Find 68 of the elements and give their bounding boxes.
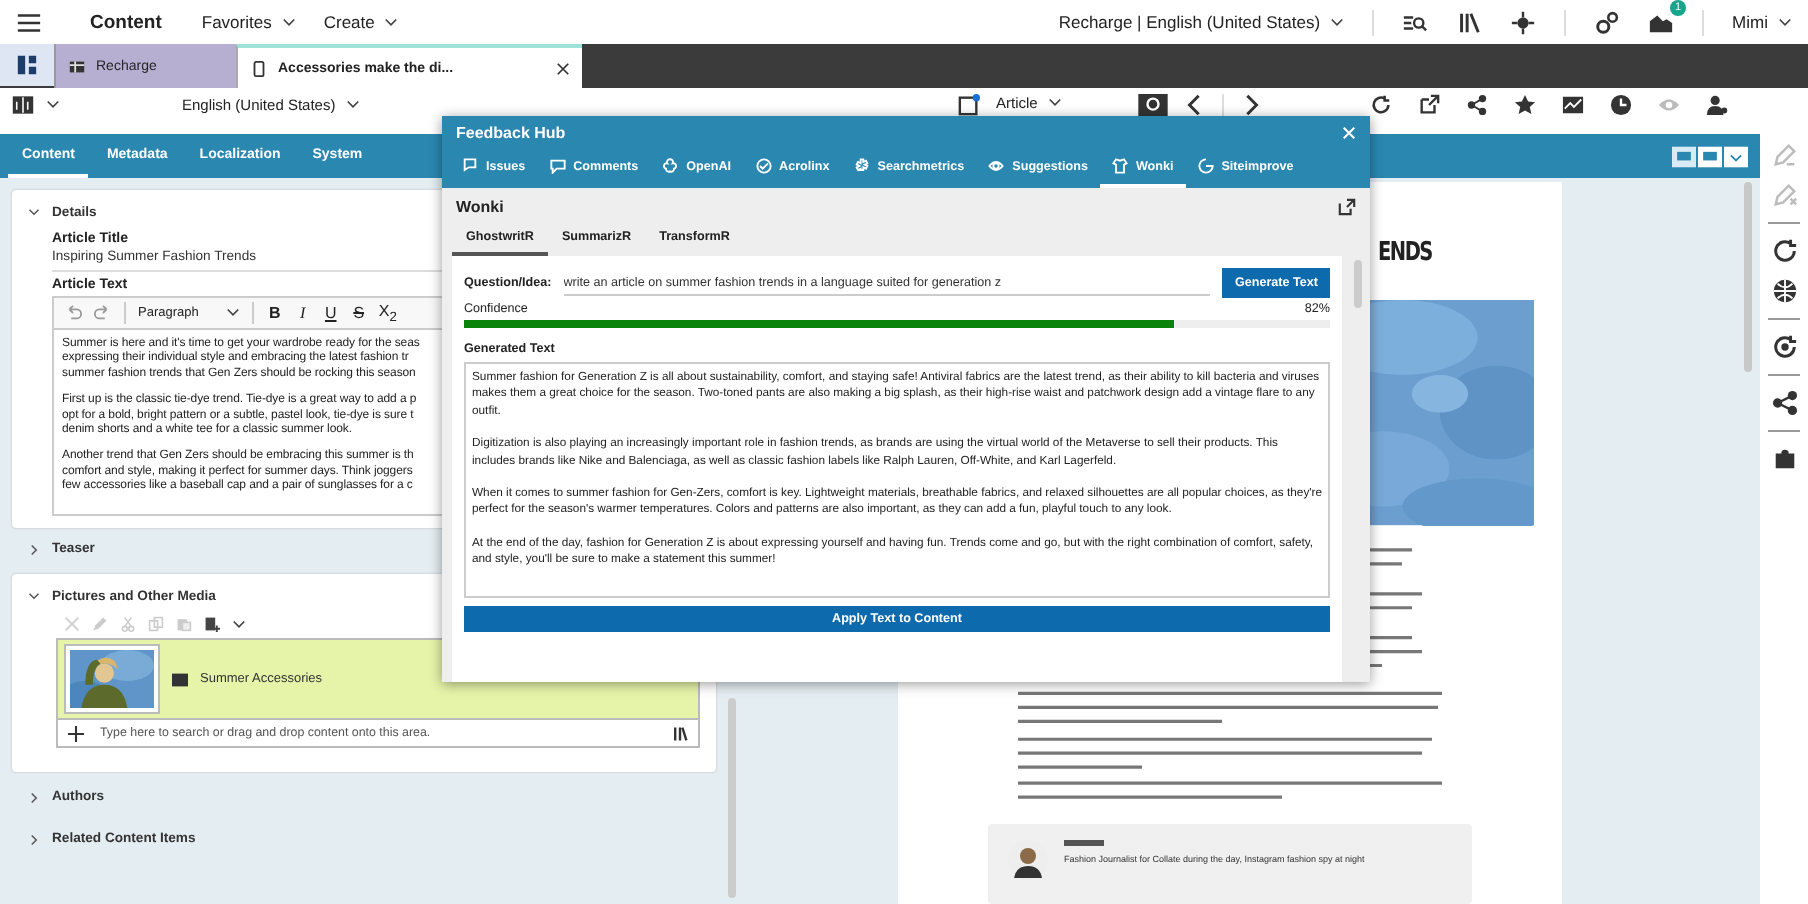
- format-button[interactable]: X$_{2}$: [378, 301, 397, 325]
- user-menu[interactable]: Mimi: [1732, 12, 1792, 32]
- share-icon[interactable]: [1466, 94, 1488, 116]
- format-button[interactable]: S: [350, 304, 367, 322]
- caret-icon[interactable]: [46, 98, 60, 112]
- article-heading: ENDS: [1378, 238, 1432, 268]
- table-icon: [68, 57, 86, 75]
- pop-out-icon[interactable]: [1338, 198, 1356, 216]
- star-icon[interactable]: [1514, 94, 1536, 116]
- refresh-icon[interactable]: [1370, 94, 1392, 116]
- user-icon[interactable]: [1706, 94, 1728, 116]
- library-icon[interactable]: [1456, 9, 1483, 35]
- share-icon[interactable]: [1771, 390, 1797, 416]
- caret-icon: [1330, 15, 1345, 29]
- caret-icon: [384, 15, 399, 29]
- tablet-view-icon[interactable]: [1698, 145, 1722, 167]
- format-button[interactable]: I: [294, 304, 311, 322]
- format-button[interactable]: B: [266, 304, 283, 322]
- plus-icon[interactable]: [68, 726, 84, 742]
- caret-icon: [281, 15, 296, 29]
- caret-icon: [1047, 96, 1062, 110]
- caret-icon: [345, 98, 360, 112]
- document-icon: [958, 94, 980, 116]
- shirt-icon: [1111, 158, 1128, 174]
- chevron-down-icon[interactable]: [28, 590, 40, 602]
- redo-icon[interactable]: [94, 304, 112, 322]
- image-icon: [172, 671, 188, 687]
- caret-icon[interactable]: [232, 617, 246, 631]
- split-view-icon[interactable]: [12, 94, 34, 116]
- undo-icon[interactable]: [64, 304, 82, 322]
- phone-icon: [250, 59, 268, 77]
- panel-title: Wonki: [456, 198, 504, 216]
- chevron-down-icon[interactable]: [28, 206, 40, 218]
- library-icon[interactable]: [672, 726, 688, 742]
- add-document-icon[interactable]: [204, 616, 220, 632]
- site-selector[interactable]: Recharge | English (United States): [1058, 12, 1345, 32]
- dashboard-icon[interactable]: [0, 44, 54, 86]
- menu-dropdown[interactable]: Favorites: [201, 12, 296, 32]
- clock-icon[interactable]: [1610, 94, 1632, 116]
- menu-dropdown[interactable]: Create: [323, 12, 399, 32]
- sync-icon[interactable]: [1771, 238, 1797, 264]
- desktop-view-icon[interactable]: [1672, 145, 1696, 167]
- caret-icon: [226, 306, 241, 320]
- flower-icon: [662, 158, 679, 174]
- close-icon[interactable]: [556, 61, 570, 75]
- caret-icon: [1778, 15, 1792, 29]
- gear-icon: [853, 158, 870, 174]
- globe-icon[interactable]: [1771, 278, 1797, 304]
- target-icon[interactable]: [1510, 9, 1537, 35]
- dialog-title: Feedback Hub: [456, 123, 566, 141]
- chevron-right-icon[interactable]: [28, 833, 40, 845]
- chart-icon[interactable]: [1562, 94, 1584, 116]
- format-button[interactable]: U: [322, 304, 339, 322]
- search-button[interactable]: [1137, 94, 1168, 116]
- app-title: Content: [90, 11, 162, 33]
- eye-icon: [988, 158, 1005, 174]
- external-link-icon[interactable]: [1418, 94, 1440, 116]
- author-name-drawing: [1064, 840, 1104, 847]
- sync-icon[interactable]: [1771, 334, 1797, 360]
- scrollbar[interactable]: [1744, 182, 1752, 372]
- chevron-right-icon[interactable]: [28, 791, 40, 803]
- scrollbar[interactable]: [1354, 260, 1362, 308]
- speech-bubble-icon: [549, 158, 566, 174]
- scrollbar[interactable]: [728, 698, 736, 898]
- menu-icon[interactable]: [16, 9, 42, 35]
- chevron-right-icon[interactable]: [28, 543, 40, 555]
- circle-g-icon: [1197, 158, 1214, 174]
- generated-text-area[interactable]: [464, 362, 1330, 598]
